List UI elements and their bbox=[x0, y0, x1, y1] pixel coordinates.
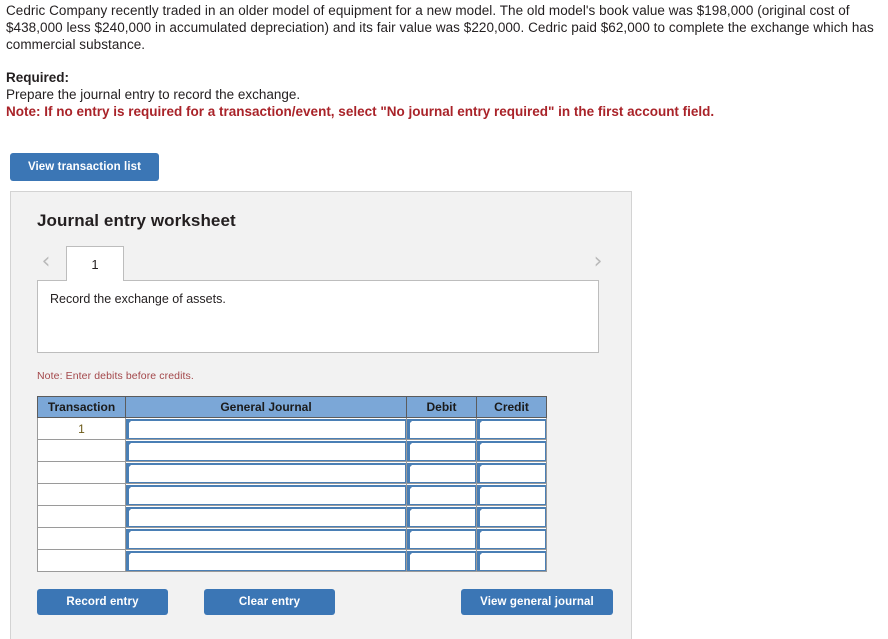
account-field-row-5[interactable] bbox=[126, 506, 406, 527]
worksheet-description-text: Record the exchange of assets. bbox=[50, 292, 226, 306]
cell-transaction bbox=[37, 483, 126, 506]
journal-entry-table: Transaction General Journal Debit Credit… bbox=[37, 396, 547, 572]
account-field-row-6[interactable] bbox=[126, 528, 406, 549]
clear-entry-button[interactable]: Clear entry bbox=[204, 589, 335, 615]
credit-field-row-7[interactable] bbox=[477, 550, 546, 571]
cell-credit[interactable] bbox=[476, 549, 547, 572]
debit-field-row-2[interactable] bbox=[407, 440, 476, 461]
table-row bbox=[37, 505, 547, 528]
required-label: Required: bbox=[6, 70, 70, 85]
chevron-right-icon[interactable]: › bbox=[587, 251, 609, 275]
required-instruction: Prepare the journal entry to record the … bbox=[6, 87, 301, 102]
table-row bbox=[37, 461, 547, 484]
cell-debit[interactable] bbox=[406, 461, 477, 484]
view-general-journal-button[interactable]: View general journal bbox=[461, 589, 613, 615]
account-field-row-3[interactable] bbox=[126, 462, 406, 483]
table-header-row: Transaction General Journal Debit Credit bbox=[37, 396, 547, 418]
cell-general-journal[interactable] bbox=[125, 461, 407, 484]
cell-general-journal[interactable] bbox=[125, 505, 407, 528]
cell-transaction bbox=[37, 549, 126, 572]
debit-field-row-5[interactable] bbox=[407, 506, 476, 527]
column-header-transaction: Transaction bbox=[37, 396, 126, 418]
cell-credit[interactable] bbox=[476, 527, 547, 550]
table-note: Note: Enter debits before credits. bbox=[37, 370, 194, 382]
account-field-row-2[interactable] bbox=[126, 440, 406, 461]
cell-credit[interactable] bbox=[476, 505, 547, 528]
debit-field-row-3[interactable] bbox=[407, 462, 476, 483]
cell-general-journal[interactable] bbox=[125, 549, 407, 572]
column-header-debit: Debit bbox=[406, 396, 477, 418]
debit-field-row-7[interactable] bbox=[407, 550, 476, 571]
worksheet-description-box: Record the exchange of assets. bbox=[37, 280, 599, 353]
cell-transaction bbox=[37, 527, 126, 550]
account-field-row-4[interactable] bbox=[126, 484, 406, 505]
cell-debit[interactable] bbox=[406, 417, 477, 440]
account-field-row-1[interactable] bbox=[126, 418, 406, 439]
cell-debit[interactable] bbox=[406, 505, 477, 528]
journal-entry-worksheet-panel: Journal entry worksheet ‹ 1 › Record the… bbox=[10, 191, 632, 639]
view-transaction-list-button[interactable]: View transaction list bbox=[10, 153, 159, 181]
worksheet-tabstrip: ‹ 1 › bbox=[11, 246, 633, 281]
credit-field-row-1[interactable] bbox=[477, 418, 546, 439]
table-row bbox=[37, 527, 547, 550]
cell-credit[interactable] bbox=[476, 483, 547, 506]
required-note: Note: If no entry is required for a tran… bbox=[6, 104, 715, 119]
cell-debit[interactable] bbox=[406, 439, 477, 462]
table-row: 1 bbox=[37, 417, 547, 440]
record-entry-button[interactable]: Record entry bbox=[37, 589, 168, 615]
debit-field-row-1[interactable] bbox=[407, 418, 476, 439]
credit-field-row-5[interactable] bbox=[477, 506, 546, 527]
cell-general-journal[interactable] bbox=[125, 417, 407, 440]
chevron-left-icon[interactable]: ‹ bbox=[35, 251, 57, 275]
required-section: Required: Prepare the journal entry to r… bbox=[6, 69, 806, 120]
table-row bbox=[37, 483, 547, 506]
cell-transaction bbox=[37, 439, 126, 462]
cell-debit[interactable] bbox=[406, 549, 477, 572]
account-field-row-7[interactable] bbox=[126, 550, 406, 571]
cell-credit[interactable] bbox=[476, 461, 547, 484]
cell-transaction bbox=[37, 461, 126, 484]
worksheet-tab-1[interactable]: 1 bbox=[66, 246, 124, 281]
debit-field-row-6[interactable] bbox=[407, 528, 476, 549]
cell-transaction: 1 bbox=[37, 417, 126, 440]
worksheet-title: Journal entry worksheet bbox=[37, 211, 236, 230]
cell-general-journal[interactable] bbox=[125, 439, 407, 462]
cell-transaction bbox=[37, 505, 126, 528]
credit-field-row-6[interactable] bbox=[477, 528, 546, 549]
cell-credit[interactable] bbox=[476, 439, 547, 462]
credit-field-row-2[interactable] bbox=[477, 440, 546, 461]
cell-debit[interactable] bbox=[406, 527, 477, 550]
credit-field-row-4[interactable] bbox=[477, 484, 546, 505]
debit-field-row-4[interactable] bbox=[407, 484, 476, 505]
column-header-general-journal: General Journal bbox=[125, 396, 407, 418]
table-row bbox=[37, 549, 547, 572]
column-header-credit: Credit bbox=[476, 396, 547, 418]
cell-general-journal[interactable] bbox=[125, 527, 407, 550]
table-row bbox=[37, 439, 547, 462]
cell-debit[interactable] bbox=[406, 483, 477, 506]
journal-entry-table-body: 1 bbox=[37, 417, 547, 572]
page-root: Cedric Company recently traded in an old… bbox=[0, 0, 888, 639]
cell-credit[interactable] bbox=[476, 417, 547, 440]
credit-field-row-3[interactable] bbox=[477, 462, 546, 483]
problem-statement: Cedric Company recently traded in an old… bbox=[6, 3, 874, 52]
cell-general-journal[interactable] bbox=[125, 483, 407, 506]
